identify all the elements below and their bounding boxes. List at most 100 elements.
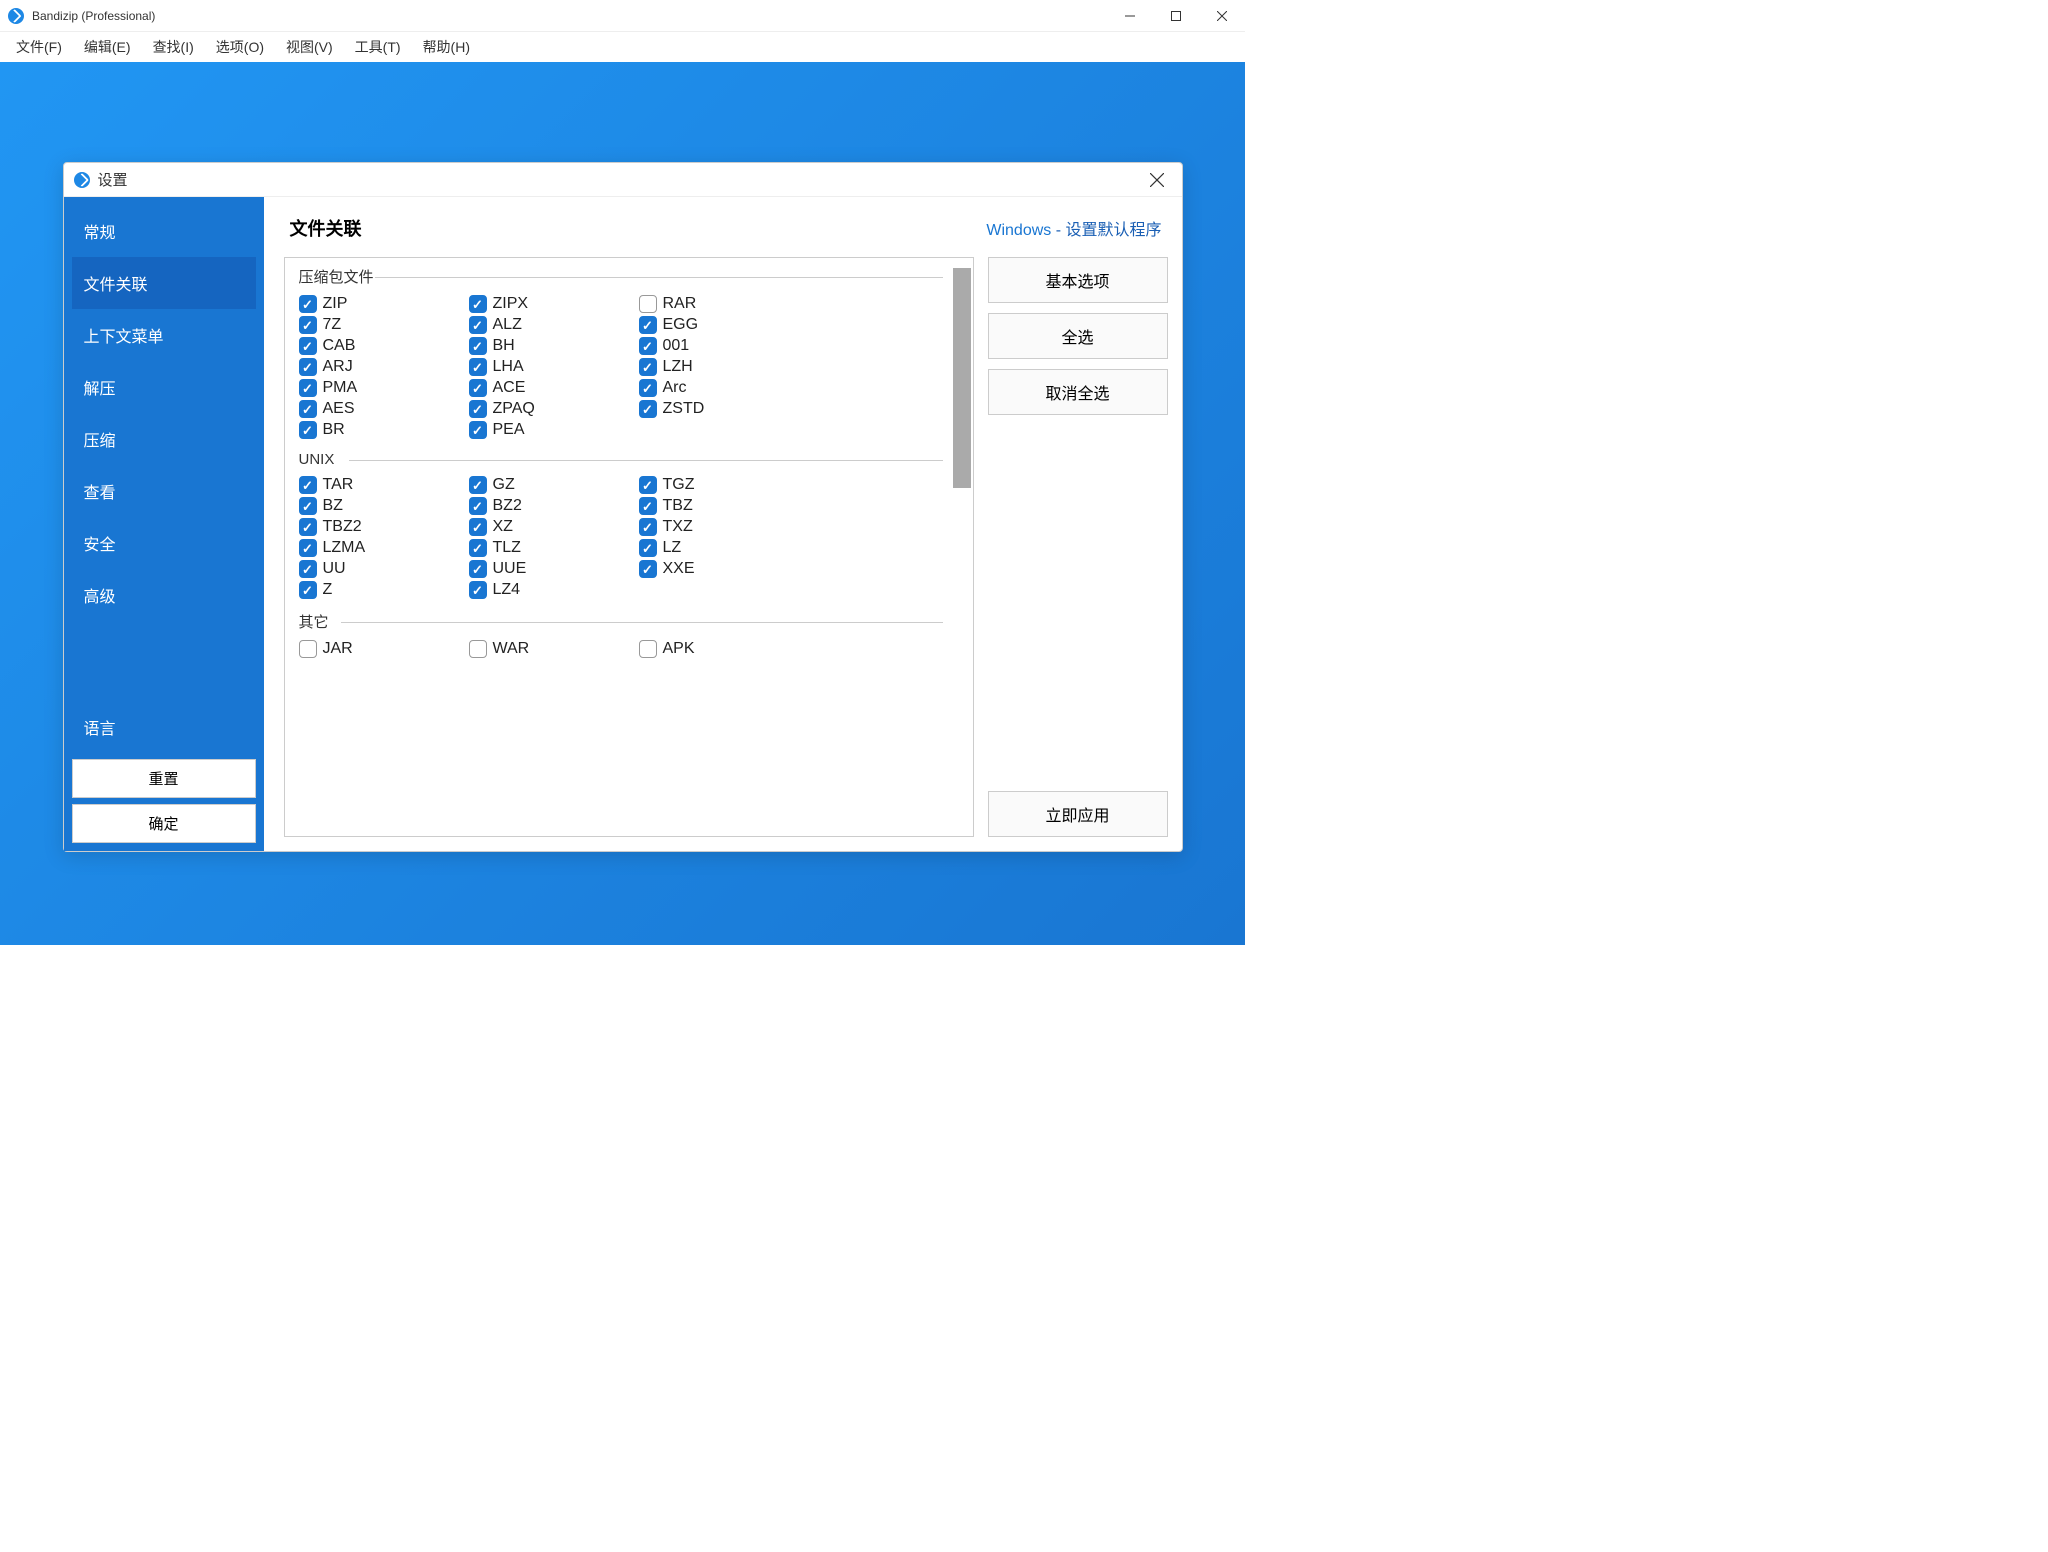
sidebar-item-advanced[interactable]: 高级 [72,569,256,621]
checkbox[interactable] [639,379,657,397]
format-aes[interactable]: AES [299,400,469,418]
checkbox[interactable] [299,316,317,334]
checkbox[interactable] [469,400,487,418]
format-arc[interactable]: Arc [639,379,809,397]
format-tar[interactable]: TAR [299,476,469,494]
checkbox[interactable] [299,295,317,313]
format-uu[interactable]: UU [299,560,469,578]
format-pea[interactable]: PEA [469,421,639,439]
checkbox[interactable] [299,581,317,599]
dialog-close-button[interactable] [1142,165,1172,195]
format-zstd[interactable]: ZSTD [639,400,809,418]
checkbox[interactable] [639,476,657,494]
format-uue[interactable]: UUE [469,560,639,578]
sidebar-item-general[interactable]: 常规 [72,205,256,257]
format-tgz[interactable]: TGZ [639,476,809,494]
checkbox[interactable] [299,421,317,439]
maximize-button[interactable] [1153,0,1199,32]
format-egg[interactable]: EGG [639,316,809,334]
format-tlz[interactable]: TLZ [469,539,639,557]
format-zipx[interactable]: ZIPX [469,295,639,313]
format-lz[interactable]: LZ [639,539,809,557]
format-001[interactable]: 001 [639,337,809,355]
checkbox[interactable] [469,421,487,439]
basic-options-button[interactable]: 基本选项 [988,257,1168,303]
close-button[interactable] [1199,0,1245,32]
apply-button[interactable]: 立即应用 [988,791,1168,837]
format-br[interactable]: BR [299,421,469,439]
format-ace[interactable]: ACE [469,379,639,397]
format-alz[interactable]: ALZ [469,316,639,334]
format-war[interactable]: WAR [469,640,639,658]
checkbox[interactable] [469,539,487,557]
checkbox[interactable] [469,497,487,515]
checkbox[interactable] [639,400,657,418]
sidebar-item-security[interactable]: 安全 [72,517,256,569]
checkbox[interactable] [299,539,317,557]
format-cab[interactable]: CAB [299,337,469,355]
format-lzh[interactable]: LZH [639,358,809,376]
format-7z[interactable]: 7Z [299,316,469,334]
format-bz[interactable]: BZ [299,497,469,515]
checkbox[interactable] [469,337,487,355]
format-gz[interactable]: GZ [469,476,639,494]
checkbox[interactable] [299,476,317,494]
menu-options[interactable]: 选项(O) [206,33,274,61]
checkbox[interactable] [639,518,657,536]
sidebar-item-file-assoc[interactable]: 文件关联 [72,257,256,309]
checkbox[interactable] [639,497,657,515]
format-arj[interactable]: ARJ [299,358,469,376]
sidebar-item-view[interactable]: 查看 [72,465,256,517]
menu-tools[interactable]: 工具(T) [345,33,411,61]
minimize-button[interactable] [1107,0,1153,32]
checkbox[interactable] [299,337,317,355]
checkbox[interactable] [639,560,657,578]
ok-button[interactable]: 确定 [72,804,256,843]
format-txz[interactable]: TXZ [639,518,809,536]
checkbox[interactable] [469,518,487,536]
checkbox[interactable] [469,476,487,494]
checkbox[interactable] [639,539,657,557]
format-lzma[interactable]: LZMA [299,539,469,557]
reset-button[interactable]: 重置 [72,759,256,798]
menu-view[interactable]: 视图(V) [276,33,343,61]
sidebar-item-extract[interactable]: 解压 [72,361,256,413]
checkbox[interactable] [299,518,317,536]
format-lha[interactable]: LHA [469,358,639,376]
format-rar[interactable]: RAR [639,295,809,313]
menu-help[interactable]: 帮助(H) [413,33,480,61]
format-lz4[interactable]: LZ4 [469,581,639,599]
checkbox[interactable] [639,295,657,313]
format-apk[interactable]: APK [639,640,809,658]
format-zip[interactable]: ZIP [299,295,469,313]
checkbox[interactable] [299,497,317,515]
checkbox[interactable] [469,379,487,397]
checkbox[interactable] [469,560,487,578]
checkbox[interactable] [639,316,657,334]
format-pma[interactable]: PMA [299,379,469,397]
checkbox[interactable] [299,358,317,376]
format-z[interactable]: Z [299,581,469,599]
checkbox[interactable] [299,400,317,418]
sidebar-item-language[interactable]: 语言 [72,701,256,753]
checkbox[interactable] [469,640,487,658]
menu-find[interactable]: 查找(I) [143,33,204,61]
checkbox[interactable] [639,358,657,376]
deselect-all-button[interactable]: 取消全选 [988,369,1168,415]
checkbox[interactable] [469,316,487,334]
format-zpaq[interactable]: ZPAQ [469,400,639,418]
format-tbz[interactable]: TBZ [639,497,809,515]
sidebar-item-compress[interactable]: 压缩 [72,413,256,465]
checkbox[interactable] [299,640,317,658]
select-all-button[interactable]: 全选 [988,313,1168,359]
sidebar-item-context-menu[interactable]: 上下文菜单 [72,309,256,361]
format-xz[interactable]: XZ [469,518,639,536]
windows-default-link[interactable]: Windows - 设置默认程序 [986,216,1161,240]
checkbox[interactable] [639,337,657,355]
format-bz2[interactable]: BZ2 [469,497,639,515]
checkbox[interactable] [469,581,487,599]
menu-edit[interactable]: 编辑(E) [74,33,141,61]
checkbox[interactable] [469,295,487,313]
scrollbar-thumb[interactable] [953,268,971,488]
checkbox[interactable] [639,640,657,658]
